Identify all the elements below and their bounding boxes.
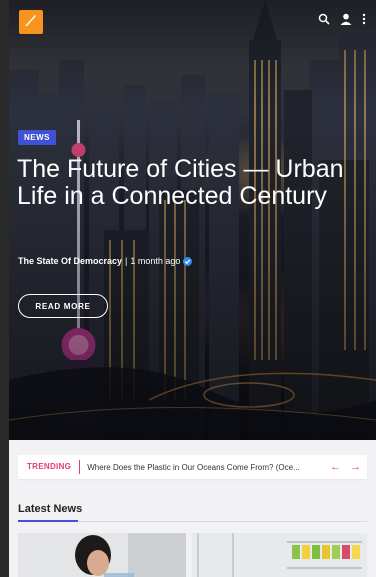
section-divider-accent: [18, 520, 78, 522]
lab-shelves-image: [192, 533, 367, 577]
scientist-image: [18, 533, 186, 577]
news-card-thumbnail[interactable]: [192, 533, 367, 577]
pen-nib-icon: [23, 12, 39, 33]
user-icon[interactable]: [340, 12, 352, 30]
section-title-latest-news: Latest News: [18, 503, 83, 515]
byline-separator: |: [125, 256, 128, 266]
news-card-thumbnail[interactable]: [18, 533, 186, 577]
trending-label: TRENDING: [18, 460, 81, 474]
author-name[interactable]: The State Of Democracy: [18, 256, 122, 266]
header-actions: [318, 12, 366, 30]
arrow-right-icon[interactable]: →: [350, 461, 361, 473]
trending-bar: TRENDING Where Does the Plastic in Our O…: [18, 455, 367, 479]
page-frame: NEWS The Future of Cities — Urban Life i…: [9, 0, 376, 577]
article-title[interactable]: The Future of Cities — Urban Life in a C…: [17, 156, 367, 210]
article-byline: The State Of Democracy | 1 month ago: [18, 256, 193, 266]
read-more-button[interactable]: READ MORE: [18, 294, 108, 318]
more-vertical-icon[interactable]: [362, 12, 366, 30]
verified-check-icon: [183, 256, 193, 266]
post-time: 1 month ago: [130, 256, 181, 266]
site-logo[interactable]: [19, 10, 43, 34]
hero-banner[interactable]: NEWS The Future of Cities — Urban Life i…: [9, 0, 376, 440]
trending-headline[interactable]: Where Does the Plastic in Our Oceans Com…: [80, 463, 330, 472]
category-badge[interactable]: NEWS: [18, 130, 56, 145]
arrow-left-icon[interactable]: ←: [330, 461, 341, 473]
search-icon[interactable]: [318, 12, 330, 30]
trending-nav: ← →: [330, 461, 367, 473]
hero-overlay: [9, 0, 376, 440]
